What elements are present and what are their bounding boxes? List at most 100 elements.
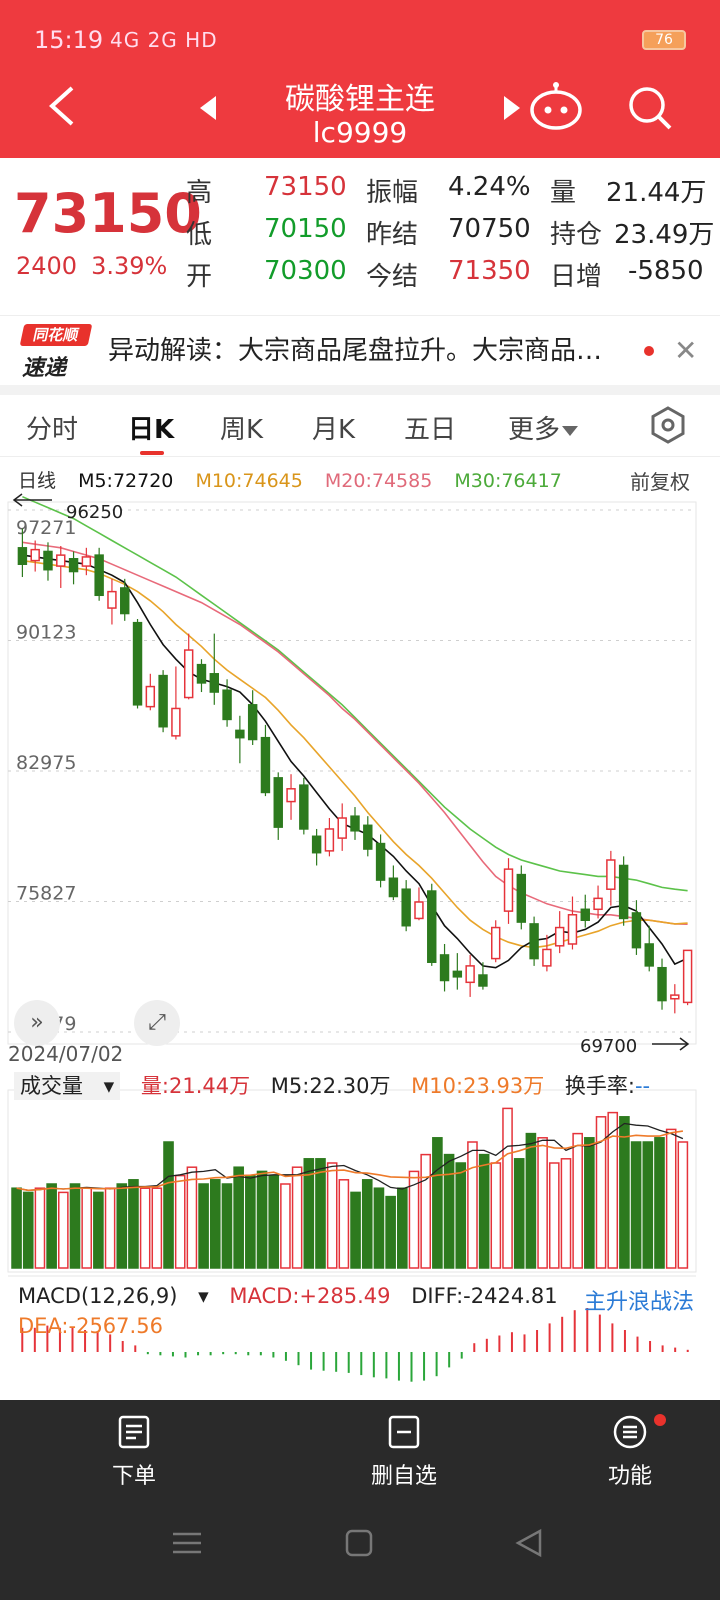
candle-body xyxy=(618,864,629,920)
candle-body xyxy=(183,649,194,699)
volume-bar xyxy=(665,1128,677,1269)
volume-bar xyxy=(256,1170,268,1269)
candle-body xyxy=(17,547,28,565)
candle-body xyxy=(593,897,603,911)
candle-body xyxy=(375,842,386,881)
volume-bar xyxy=(163,1141,174,1269)
candle-body xyxy=(337,817,347,839)
candle-body xyxy=(682,949,693,1004)
macd-value: MACD:+285.49 xyxy=(229,1284,391,1308)
kline-chart[interactable]: 97271901238297575827686799625069700 xyxy=(0,0,720,1400)
strategy-link[interactable]: 主升浪战法 xyxy=(584,1284,694,1316)
y-tick-label: 75827 xyxy=(16,883,76,905)
nav-home-icon[interactable] xyxy=(344,1528,374,1558)
volume-bar xyxy=(350,1191,361,1269)
candle-body xyxy=(247,704,258,741)
candle-body xyxy=(30,548,40,562)
candle-body xyxy=(439,954,450,982)
volume-bar xyxy=(186,1166,198,1269)
volume-bar xyxy=(560,1158,572,1269)
candle-body xyxy=(324,828,335,852)
volume-bar xyxy=(361,1179,373,1269)
volume-bar xyxy=(385,1195,396,1269)
app-root: { "status_bar": { "time": "15:19", "sign… xyxy=(0,0,720,1600)
candle-body xyxy=(350,815,360,832)
price-panel-frame xyxy=(7,501,697,1045)
volume-bar xyxy=(420,1153,432,1269)
candle-body xyxy=(260,736,271,794)
volume-bar xyxy=(537,1137,548,1269)
volume-value: 量:21.44万 xyxy=(140,1074,251,1098)
volume-bar xyxy=(654,1137,665,1269)
low-marker-label: 69700 xyxy=(580,1036,637,1057)
candle-body xyxy=(222,689,232,721)
nav-menu-icon[interactable] xyxy=(170,1528,204,1558)
macd-legend: MACD(12,26,9) ▾ MACD:+285.49 DIFF:-2424.… xyxy=(18,1284,572,1308)
order-button[interactable]: 下单 xyxy=(64,1414,204,1490)
volume-bar xyxy=(467,1141,478,1269)
diff-value: DIFF:-2424.81 xyxy=(411,1284,558,1308)
volume-bar xyxy=(233,1166,244,1269)
volume-bar xyxy=(677,1141,689,1269)
volume-bar xyxy=(502,1107,513,1269)
candle-body xyxy=(606,859,616,890)
volume-bar xyxy=(93,1191,104,1269)
candle-body xyxy=(631,912,642,949)
volume-m5: M5:22.30万 xyxy=(270,1074,391,1098)
candle-body xyxy=(554,926,565,947)
ma10-line xyxy=(22,559,688,949)
candle-body xyxy=(465,965,475,984)
menu-circle-icon xyxy=(613,1415,647,1449)
volume-bar xyxy=(116,1183,128,1269)
volume-bar xyxy=(11,1187,22,1269)
volume-bar xyxy=(584,1137,595,1269)
expand-left-icon[interactable]: » xyxy=(14,1000,60,1046)
volume-bar xyxy=(69,1183,81,1269)
candle-body xyxy=(43,550,53,571)
volume-indicator-selector[interactable]: 成交量 ▾ xyxy=(14,1072,121,1100)
ma5-line xyxy=(22,554,688,969)
remove-watchlist-button[interactable]: 删自选 xyxy=(334,1414,474,1490)
volume-bar xyxy=(490,1162,502,1269)
remove-icon xyxy=(388,1415,420,1449)
candle-body xyxy=(491,926,501,960)
volume-bar xyxy=(198,1183,209,1269)
candle-body xyxy=(299,784,309,830)
candle-body xyxy=(401,888,411,927)
candle-body xyxy=(171,707,181,737)
macd-selector-label: MACD(12,26,9) xyxy=(18,1284,178,1308)
candle-body xyxy=(363,824,373,850)
volume-bar xyxy=(291,1166,303,1269)
candle-body xyxy=(388,877,399,898)
volume-bar xyxy=(572,1132,583,1269)
candle-body xyxy=(529,923,539,960)
volume-bar xyxy=(245,1174,256,1269)
order-icon xyxy=(118,1415,150,1449)
volume-selector-label: 成交量 xyxy=(20,1074,83,1098)
fullscreen-icon[interactable]: ⤢ xyxy=(134,1000,180,1046)
bottom-toolbar: 下单 删自选 功能 xyxy=(0,1400,720,1600)
candle-body xyxy=(580,908,590,921)
volume-bar xyxy=(432,1137,443,1269)
candle-body xyxy=(657,966,667,1002)
candle-body xyxy=(145,685,156,708)
candle-body xyxy=(478,974,488,987)
remove-label: 删自选 xyxy=(370,1464,437,1489)
volume-bar xyxy=(46,1183,57,1269)
candle-body xyxy=(670,994,680,1000)
start-date: 2024/07/02 xyxy=(8,1042,124,1066)
candle-body xyxy=(516,873,527,923)
candle-body xyxy=(542,948,552,967)
volume-bar xyxy=(209,1179,221,1269)
nav-back-icon[interactable] xyxy=(514,1528,544,1558)
volume-bar xyxy=(34,1187,46,1269)
y-tick-label: 82975 xyxy=(16,752,76,774)
y-tick-label: 90123 xyxy=(16,622,76,644)
functions-button[interactable]: 功能 xyxy=(560,1414,700,1490)
volume-bar xyxy=(104,1187,116,1269)
candle-body xyxy=(414,901,424,920)
macd-selector[interactable]: MACD(12,26,9) ▾ xyxy=(18,1284,209,1308)
volume-bar xyxy=(338,1179,350,1269)
candle-body xyxy=(196,663,207,684)
functions-label: 功能 xyxy=(607,1464,652,1489)
